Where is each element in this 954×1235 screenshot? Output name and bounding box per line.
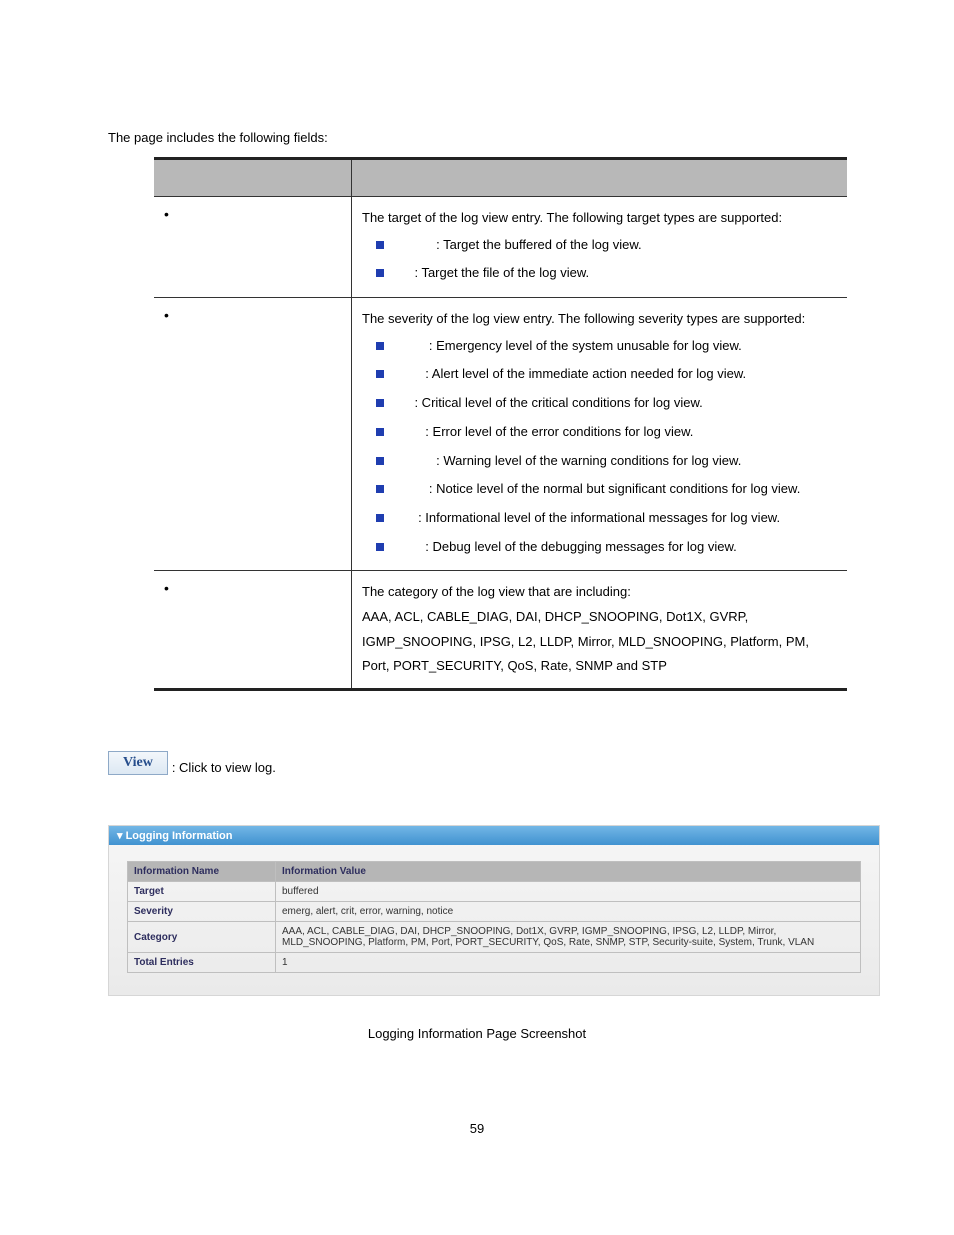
row2-extra2: Port, PORT_SECURITY, QoS, Rate, SNMP and… [362, 654, 837, 679]
panel-header: Logging Information [109, 826, 879, 845]
row1-sub4: : Warning level of the warning condition… [376, 447, 837, 476]
square-icon [376, 485, 384, 493]
row1-sub0: : Emergency level of the system unusable… [376, 332, 837, 361]
view-button[interactable]: View [108, 751, 168, 775]
row0-lead: The target of the log view entry. The fo… [362, 206, 837, 231]
view-description: : Click to view log. [172, 760, 276, 775]
info-th-name: Information Name [128, 862, 276, 882]
row1-sub6: : Informational level of the information… [376, 504, 837, 533]
info-th-value: Information Value [276, 862, 861, 882]
info-table: Information Name Information Value Targe… [127, 861, 861, 973]
square-icon [376, 399, 384, 407]
table-row: Target buffered [128, 882, 861, 902]
square-icon [376, 543, 384, 551]
page-number: 59 [108, 1121, 846, 1136]
row2-extra0: AAA, ACL, CABLE_DIAG, DAI, DHCP_SNOOPING… [362, 605, 837, 630]
bullet-icon [164, 581, 182, 596]
row2-extra1: IGMP_SNOOPING, IPSG, L2, LLDP, Mirror, M… [362, 630, 837, 655]
intro-text: The page includes the following fields: [108, 130, 846, 145]
row1-sub7: : Debug level of the debugging messages … [376, 533, 837, 562]
row1-sub1: : Alert level of the immediate action ne… [376, 360, 837, 389]
square-icon [376, 457, 384, 465]
figure-caption: Logging Information Page Screenshot [108, 1026, 846, 1041]
row1-sub2: : Critical level of the critical conditi… [376, 389, 837, 418]
row1-sub5: : Notice level of the normal but signifi… [376, 475, 837, 504]
bullet-icon [164, 308, 182, 323]
row2-lead: The category of the log view that are in… [362, 580, 837, 605]
square-icon [376, 514, 384, 522]
table-row: Severity emerg, alert, crit, error, warn… [128, 902, 861, 922]
fields-header-object [154, 159, 352, 197]
square-icon [376, 269, 384, 277]
bullet-icon [164, 207, 182, 222]
logging-info-panel: Logging Information Information Name Inf… [108, 825, 880, 996]
row0-sub0: : Target the buffered of the log view. [376, 231, 837, 260]
row1-lead: The severity of the log view entry. The … [362, 307, 837, 332]
row1-sub3: : Error level of the error conditions fo… [376, 418, 837, 447]
table-row: Category AAA, ACL, CABLE_DIAG, DAI, DHCP… [128, 922, 861, 953]
fields-table: The target of the log view entry. The fo… [154, 157, 847, 691]
row0-sub1: : Target the file of the log view. [376, 259, 837, 288]
square-icon [376, 342, 384, 350]
square-icon [376, 428, 384, 436]
square-icon [376, 241, 384, 249]
square-icon [376, 370, 384, 378]
table-row: Total Entries 1 [128, 953, 861, 973]
fields-header-description [352, 159, 848, 197]
